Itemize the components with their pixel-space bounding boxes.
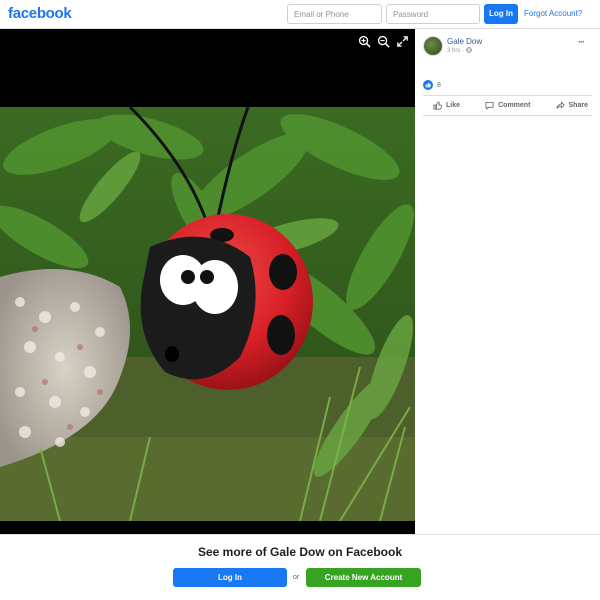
top-bar: facebook Email or Phone Password Log In … (0, 0, 600, 29)
fullscreen-icon[interactable] (396, 35, 409, 48)
like-reaction-icon (423, 80, 433, 90)
more-options-button[interactable]: ··· (578, 37, 585, 47)
divider (423, 115, 592, 116)
zoom-in-icon[interactable] (358, 35, 371, 48)
reaction-count: 8 (437, 81, 441, 89)
like-label: Like (446, 102, 461, 109)
post-actions: Like Comment Share (423, 97, 592, 114)
banner-or-label: or (293, 574, 300, 581)
reactions-summary[interactable]: 8 (423, 80, 441, 90)
share-label: Share (568, 102, 588, 109)
avatar[interactable] (423, 36, 443, 56)
banner-login-button[interactable]: Log In (173, 568, 287, 587)
comment-icon (485, 101, 494, 110)
divider (423, 95, 592, 96)
signup-banner: See more of Gale Dow on Facebook Log In … (0, 534, 600, 600)
forgot-account-link[interactable]: Forgot Account? (524, 9, 582, 18)
post-meta: 3 hrs · (447, 47, 472, 54)
post-panel: Gale Dow 3 hrs · ··· 8 Like Comment Shar… (415, 29, 600, 534)
share-icon (556, 101, 565, 109)
create-account-button[interactable]: Create New Account (306, 568, 421, 587)
zoom-out-icon[interactable] (377, 35, 390, 48)
post-time[interactable]: 3 hrs · (447, 48, 466, 54)
thumbs-up-icon (433, 101, 442, 110)
ladybug-photo (0, 107, 415, 521)
post-author[interactable]: Gale Dow (447, 37, 482, 46)
comment-label: Comment (498, 102, 531, 109)
email-field[interactable]: Email or Phone (287, 4, 382, 24)
comment-button[interactable]: Comment (485, 97, 530, 114)
facebook-logo[interactable]: facebook (8, 5, 72, 22)
login-button[interactable]: Log In (484, 4, 518, 24)
share-button[interactable]: Share (556, 97, 588, 114)
photo-viewer (0, 29, 415, 534)
password-field[interactable]: Password (386, 4, 480, 24)
like-button[interactable]: Like (433, 97, 460, 114)
globe-icon (465, 47, 472, 53)
viewer-toolbar (358, 35, 409, 48)
banner-title: See more of Gale Dow on Facebook (197, 545, 403, 559)
